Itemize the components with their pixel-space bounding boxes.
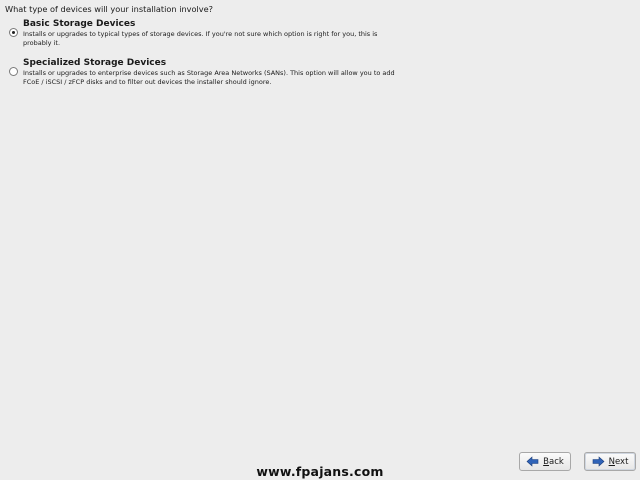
option-specialized-title: Specialized Storage Devices bbox=[23, 58, 167, 68]
option-specialized-text: Specialized Storage Devices Installs or … bbox=[23, 58, 398, 86]
next-arrow-icon bbox=[592, 456, 605, 467]
option-basic-text: Basic Storage Devices Installs or upgrad… bbox=[23, 19, 398, 47]
option-specialized-description: Installs or upgrades to enterprise devic… bbox=[23, 69, 395, 86]
radio-specialized-storage[interactable] bbox=[9, 67, 18, 76]
next-button[interactable]: Next bbox=[584, 452, 636, 471]
page-question: What type of devices will your installat… bbox=[5, 4, 214, 14]
option-basic-storage[interactable]: Basic Storage Devices Installs or upgrad… bbox=[9, 19, 398, 47]
option-basic-description: Installs or upgrades to typical types of… bbox=[23, 30, 378, 47]
next-button-label: Next bbox=[608, 456, 629, 467]
radio-basic-storage[interactable] bbox=[9, 28, 18, 37]
back-button[interactable]: Back bbox=[519, 452, 571, 471]
option-specialized-storage[interactable]: Specialized Storage Devices Installs or … bbox=[9, 58, 398, 86]
back-arrow-icon bbox=[526, 456, 539, 467]
option-basic-title: Basic Storage Devices bbox=[23, 19, 136, 29]
storage-type-page: What type of devices will your installat… bbox=[0, 0, 640, 480]
back-button-label: Back bbox=[543, 456, 564, 467]
